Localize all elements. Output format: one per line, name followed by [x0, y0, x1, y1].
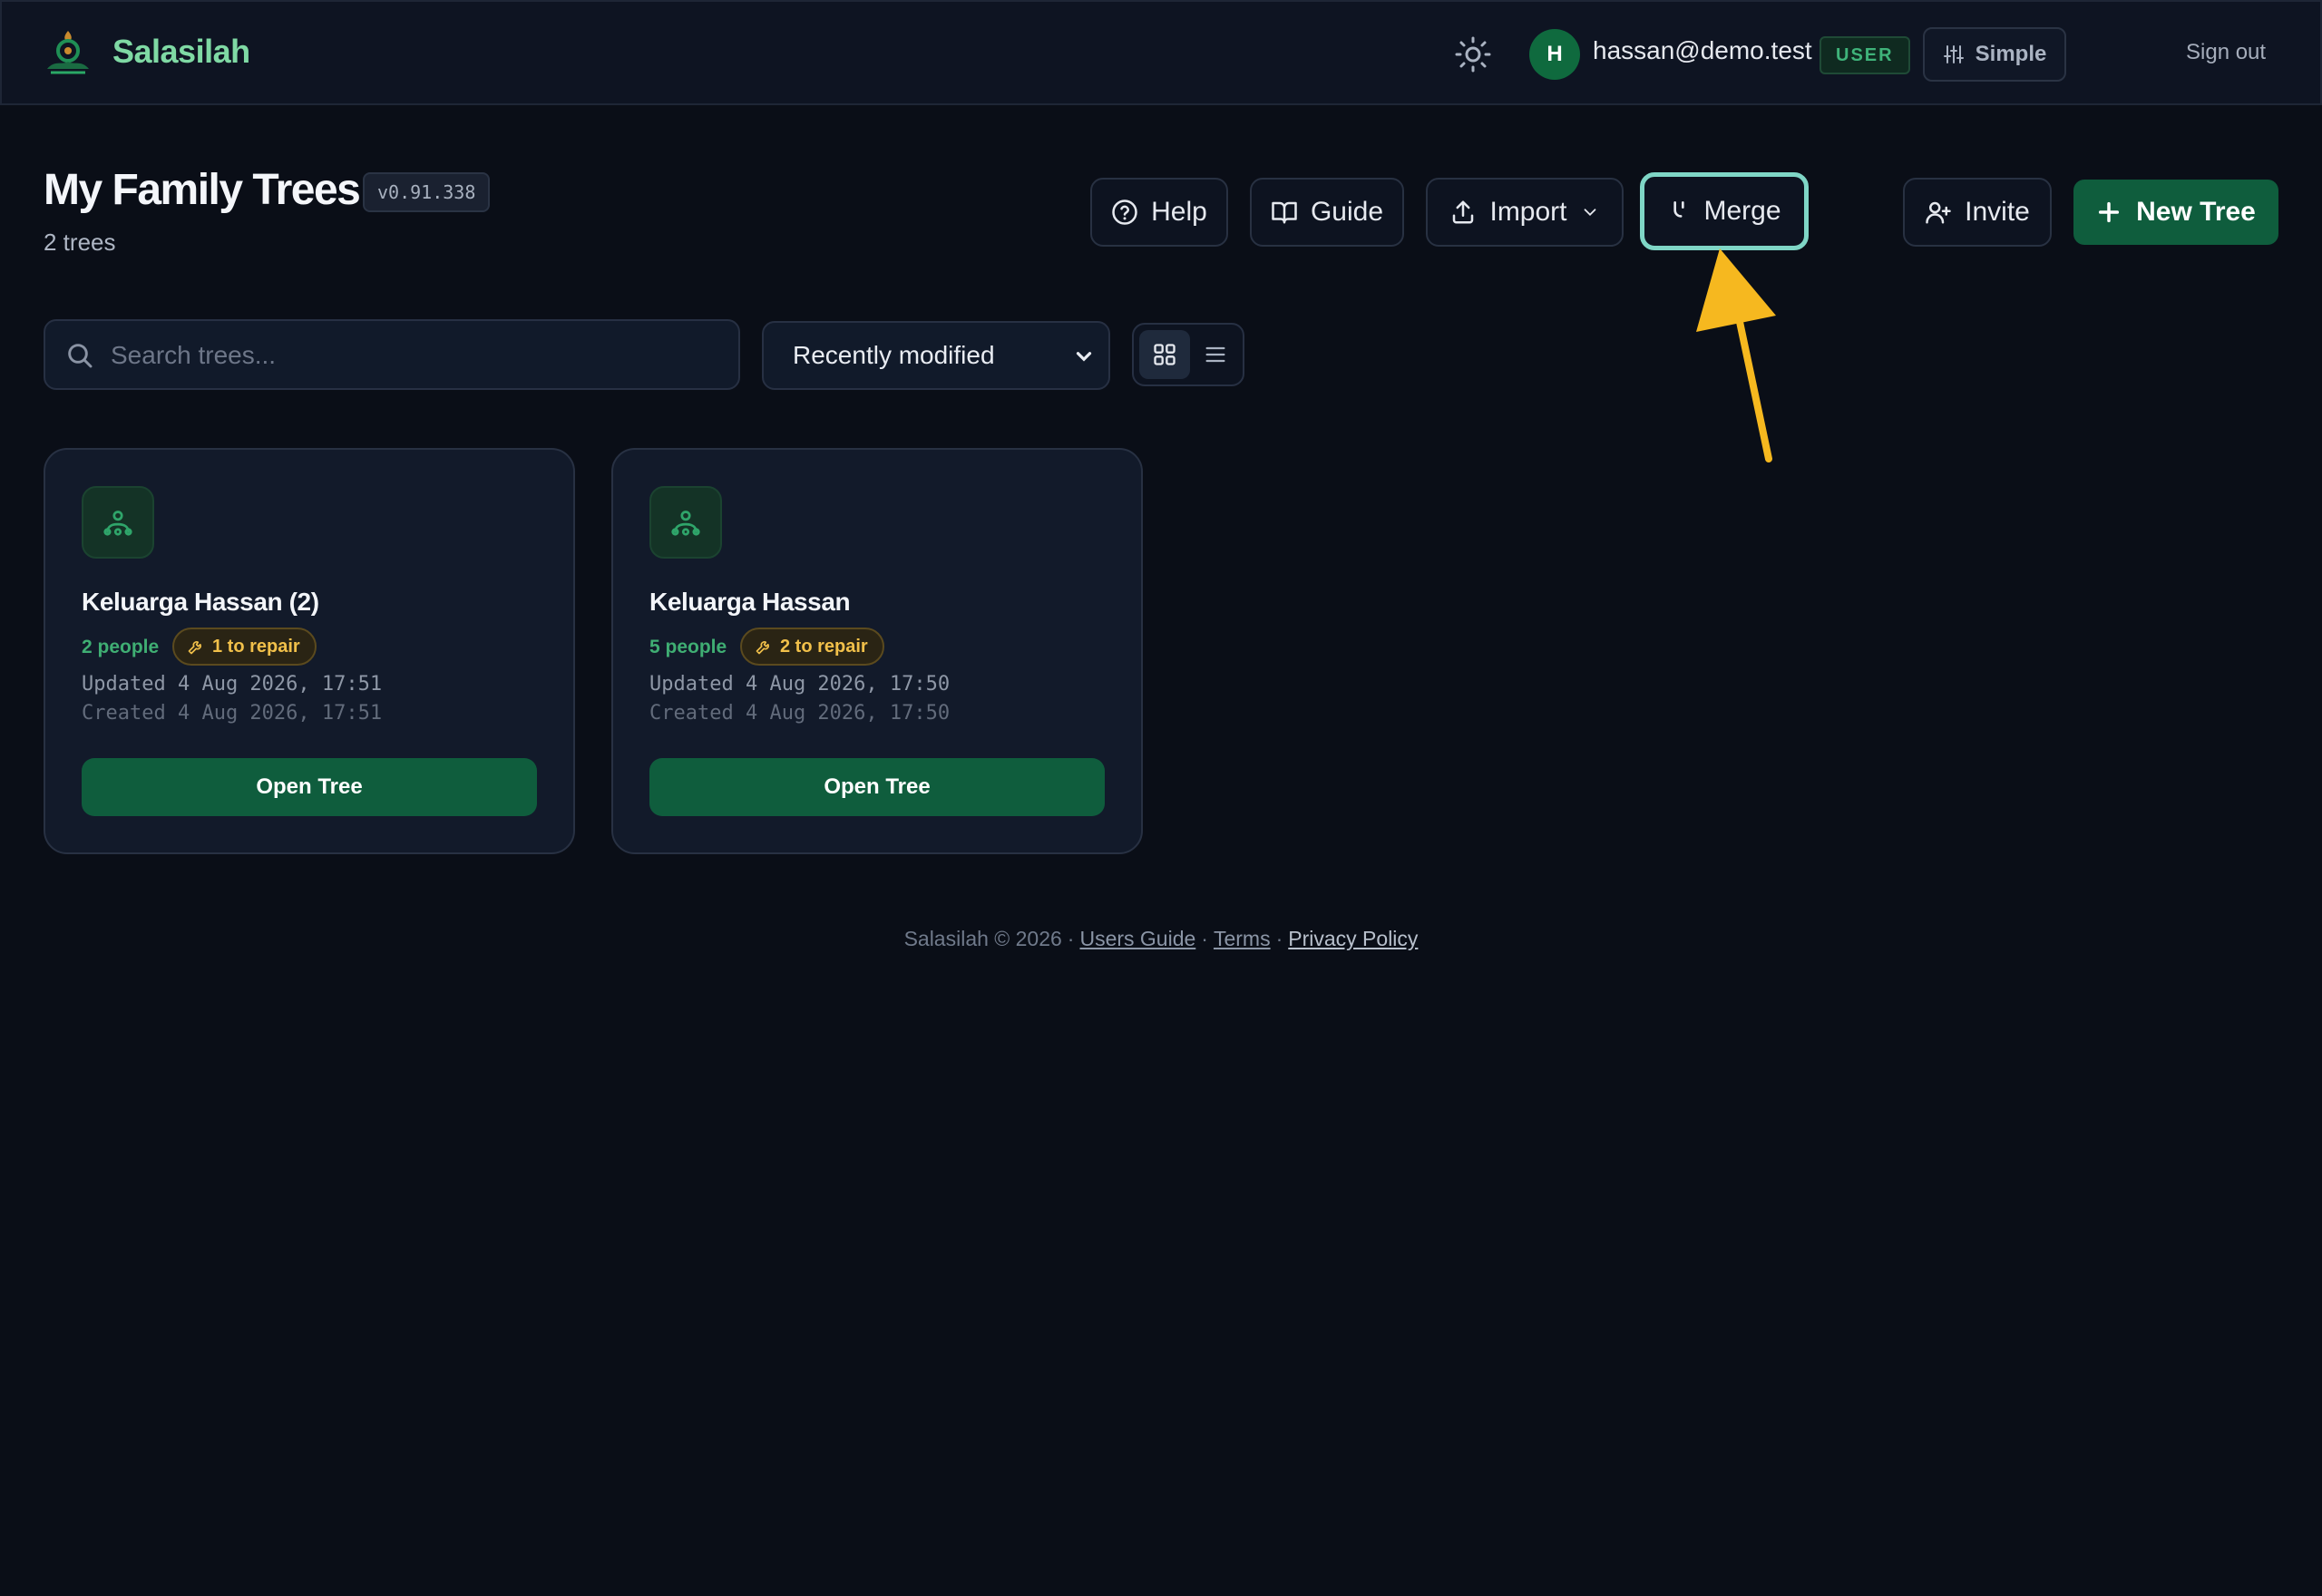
invite-label: Invite	[1965, 197, 2030, 227]
people-count: 2 people	[82, 637, 160, 657]
new-tree-label: New Tree	[2136, 197, 2256, 227]
tree-icon	[649, 486, 722, 559]
help-label: Help	[1151, 197, 1207, 227]
separator: ·	[1275, 927, 1283, 950]
view-mode-toggle	[1132, 323, 1244, 386]
repair-badge[interactable]: 2 to repair	[740, 628, 884, 666]
privacy-policy-link[interactable]: Privacy Policy	[1288, 927, 1418, 950]
brand[interactable]: Salasilah	[42, 25, 250, 78]
terms-link[interactable]: Terms	[1214, 927, 1271, 950]
repair-count: 1 to repair	[212, 636, 300, 657]
top-navigation-bar: Salasilah H hassan@demo.test USER Simple…	[0, 0, 2322, 105]
separator: ·	[1067, 927, 1075, 950]
updated-timestamp: Updated 4 Aug 2026, 17:50	[649, 673, 951, 696]
grid-view-button[interactable]	[1139, 330, 1190, 379]
mode-toggle-button[interactable]: Simple	[1923, 27, 2066, 82]
open-tree-button[interactable]: Open Tree	[82, 758, 537, 816]
user-plus-icon	[1926, 201, 1951, 224]
new-tree-button[interactable]: New Tree	[2073, 180, 2278, 245]
help-button[interactable]: Help	[1090, 178, 1228, 247]
merge-button[interactable]: Merge	[1640, 172, 1809, 250]
users-guide-link[interactable]: Users Guide	[1079, 927, 1195, 950]
separator: ·	[1201, 927, 1208, 950]
user-email: hassan@demo.test	[1593, 36, 1812, 64]
mode-label: Simple	[1975, 42, 2047, 66]
app-name: Salasilah	[112, 33, 250, 70]
guide-label: Guide	[1310, 197, 1384, 227]
people-count: 5 people	[649, 637, 727, 657]
created-timestamp: Created 4 Aug 2026, 17:50	[649, 702, 951, 725]
merge-label: Merge	[1703, 196, 1781, 226]
git-merge-icon	[1673, 200, 1685, 218]
tree-name: Keluarga Hassan	[649, 588, 851, 616]
people-icon	[103, 511, 132, 536]
tree-icon	[82, 486, 154, 559]
annotation-arrow	[1696, 248, 1776, 462]
wrench-icon	[756, 641, 769, 655]
wrench-icon	[188, 641, 201, 655]
role-badge: USER	[1820, 36, 1910, 74]
tree-card[interactable]: Keluarga Hassan (2) 2 people 1 to repair…	[44, 448, 575, 854]
user-avatar[interactable]: H	[1529, 29, 1580, 80]
invite-button[interactable]: Invite	[1903, 178, 2052, 247]
footer: Salasilah © 2026 · Users Guide · Terms · Priva…	[0, 927, 2322, 951]
guide-button[interactable]: Guide	[1250, 178, 1404, 247]
chevron-down-icon	[1584, 209, 1595, 217]
import-dropdown-button[interactable]: Import	[1426, 178, 1624, 247]
list-view-button[interactable]	[1192, 330, 1239, 379]
search-input[interactable]	[111, 330, 727, 381]
open-tree-button[interactable]: Open Tree	[649, 758, 1105, 816]
search-box	[44, 319, 740, 390]
sun-icon	[1455, 36, 1491, 73]
page-title: My Family Trees	[44, 166, 361, 214]
sort-select[interactable]: Recently modified	[762, 321, 1110, 390]
tree-name: Keluarga Hassan (2)	[82, 588, 319, 616]
people-icon	[671, 511, 700, 536]
help-circle-icon	[1112, 200, 1137, 225]
created-timestamp: Created 4 Aug 2026, 17:51	[82, 702, 383, 725]
grid-icon	[1154, 344, 1176, 365]
import-label: Import	[1489, 197, 1567, 227]
repair-badge[interactable]: 1 to repair	[172, 628, 317, 666]
theme-toggle-button[interactable]	[1453, 34, 1493, 74]
tree-count: 2 trees	[44, 229, 116, 256]
copyright: Salasilah © 2026	[903, 927, 1062, 950]
search-icon	[68, 344, 93, 368]
updated-timestamp: Updated 4 Aug 2026, 17:51	[82, 673, 383, 696]
list-icon	[1205, 346, 1225, 363]
sort-value: Recently modified	[793, 341, 995, 369]
sign-out-link[interactable]: Sign out	[2186, 40, 2266, 65]
repair-count: 2 to repair	[780, 636, 868, 657]
book-open-icon	[1272, 201, 1297, 224]
family-tree-logo-icon	[47, 31, 89, 74]
tree-card[interactable]: Keluarga Hassan 5 people 2 to repair Upd…	[611, 448, 1143, 854]
upload-icon	[1453, 200, 1474, 224]
sliders-icon	[1943, 45, 1964, 63]
version-badge: v0.91.338	[363, 172, 491, 212]
chevron-down-icon	[1076, 352, 1092, 362]
plus-icon	[2099, 201, 2120, 223]
